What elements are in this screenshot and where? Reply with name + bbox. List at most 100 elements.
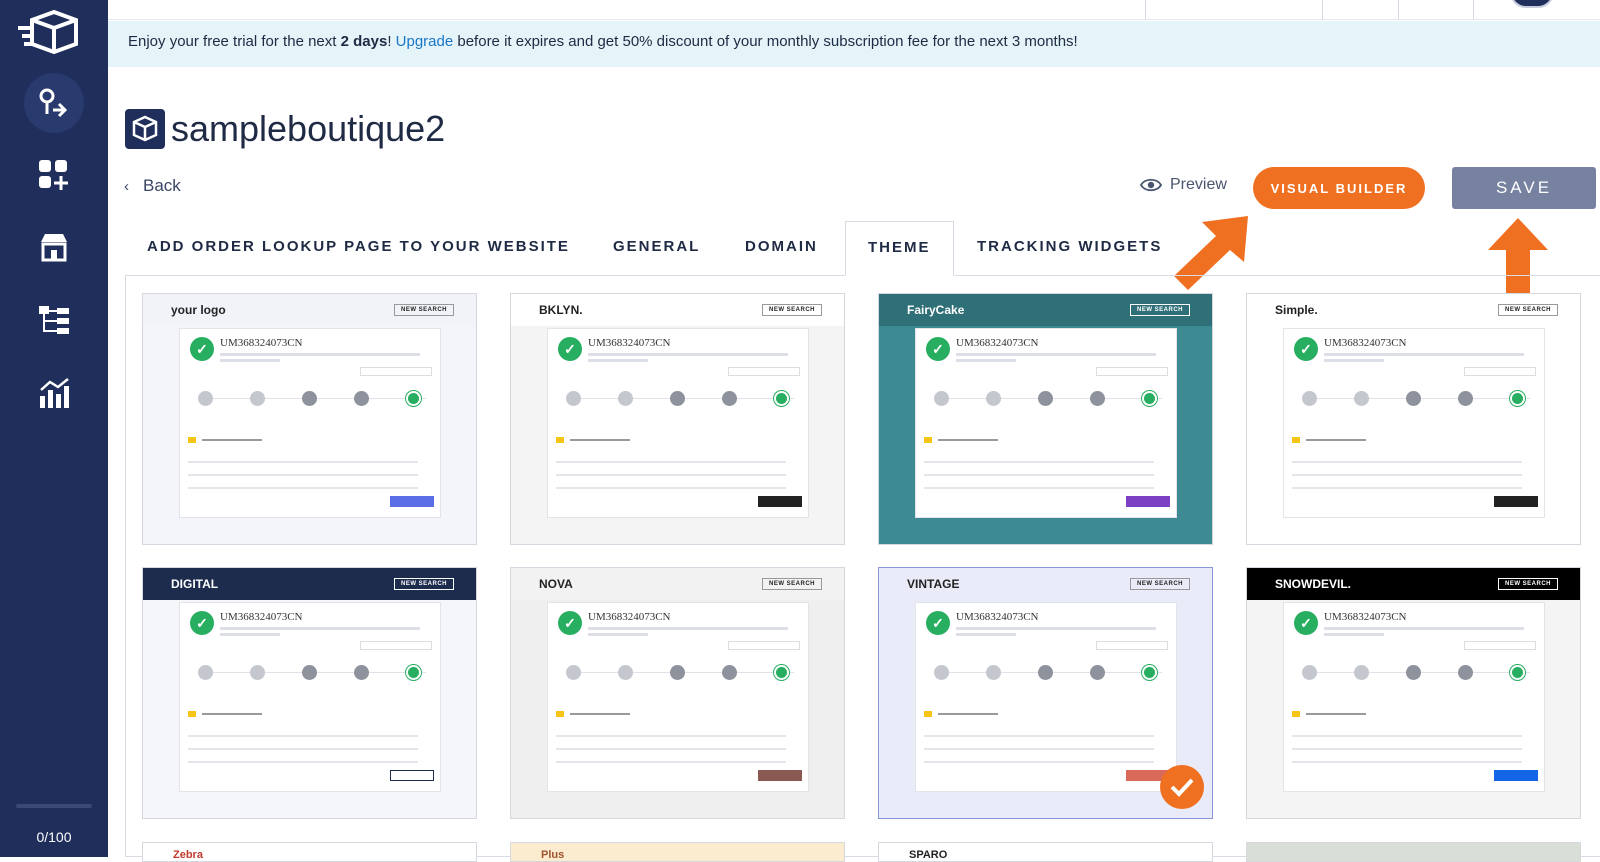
placeholder-line [220,633,280,636]
placeholder-line [924,474,1154,476]
placeholder-line [556,487,786,489]
theme-new-search-label: NEW SEARCH [1129,578,1190,590]
theme-name: DIGITAL [171,577,219,591]
placeholder-line [556,735,786,737]
theme-preview-body: ✓ UM368324073CN [915,328,1177,518]
back-link[interactable]: ‹ Back [124,176,181,196]
placeholder-line [220,627,420,630]
progress-steps [566,665,794,681]
top-bar [108,0,1600,20]
placeholder-line [556,761,786,763]
theme-new-search-label: NEW SEARCH [761,304,822,316]
tab-general[interactable]: GENERAL [613,221,700,276]
sidebar-item-routes[interactable] [24,73,84,133]
theme-card[interactable]: NOVA NEW SEARCH ✓ UM368324073CN [510,567,845,819]
sidebar-item-apps[interactable] [24,145,84,205]
apps-icon [39,160,68,190]
theme-header: NOVA NEW SEARCH [511,568,844,600]
hide-details-button [1126,496,1170,507]
placeholder-line [556,474,786,476]
tab-order-lookup[interactable]: ADD ORDER LOOKUP PAGE TO YOUR WEBSITE [147,221,570,276]
preview-link[interactable]: Preview [1140,176,1227,194]
theme-header: Simple. NEW SEARCH [1247,294,1580,326]
theme-name: BKLYN. [539,303,583,317]
placeholder-line [1292,474,1522,476]
theme-new-search-label: NEW SEARCH [1497,578,1558,590]
upgrade-link[interactable]: Upgrade [396,33,454,50]
theme-new-search-label: NEW SEARCH [1497,304,1558,316]
placeholder-line [556,748,786,750]
progress-steps [566,391,794,407]
top-bar-divider [1473,0,1474,20]
theme-card[interactable]: DIGITAL NEW SEARCH ✓ UM368324073CN [142,567,477,819]
tab-theme[interactable]: THEME [845,221,954,276]
theme-card[interactable]: Zebra [142,842,477,862]
theme-card[interactable] [1246,842,1581,862]
usage-progress-bar [16,804,92,808]
sidebar-item-workflow[interactable] [24,291,84,351]
page-title: sampleboutique2 [125,108,445,150]
top-bar-divider [1145,0,1146,20]
progress-steps [198,391,426,407]
theme-tracking-number: UM368324073CN [588,611,671,623]
theme-card[interactable]: BKLYN. NEW SEARCH ✓ UM368324073CN [510,293,845,545]
trial-banner: Enjoy your free trial for the next 2 day… [108,21,1600,67]
theme-name: SNOWDEVIL. [1275,577,1352,591]
store-name: sampleboutique2 [171,108,446,149]
check-icon: ✓ [190,337,214,361]
progress-steps [934,391,1162,407]
placeholder-line [188,748,418,750]
placeholder-line [1292,461,1522,463]
theme-name: Plus [541,849,565,861]
theme-header: BKLYN. NEW SEARCH [511,294,844,326]
placeholder-line [924,748,1154,750]
tab-tracking-widgets[interactable]: TRACKING WIDGETS [977,221,1162,276]
theme-preview-body: ✓ UM368324073CN [1283,328,1545,518]
save-button[interactable]: SAVE [1452,167,1596,209]
hide-details-button [758,770,802,781]
sidebar-item-store[interactable] [24,217,84,277]
theme-card[interactable]: your logo NEW SEARCH ✓ UM368324073CN [142,293,477,545]
placeholder-line [202,439,262,441]
placeholder-line [938,439,998,441]
theme-preview-body: ✓ UM368324073CN [179,602,441,792]
theme-tracking-number: UM368324073CN [588,337,671,349]
theme-footer [511,530,844,544]
theme-tracking-number: UM368324073CN [1324,337,1407,349]
theme-card[interactable]: SNOWDEVIL. NEW SEARCH ✓ UM368324073CN [1246,567,1581,819]
placeholder-line [1292,761,1522,763]
trial-days: 2 days [340,33,388,50]
sidebar-item-analytics[interactable] [24,363,84,423]
check-icon: ✓ [926,611,950,635]
hide-details-button [390,496,434,507]
trial-text-prefix: Enjoy your free trial for the next [128,33,341,50]
back-label: Back [143,176,181,195]
placeholder-line [570,439,630,441]
placeholder-line [188,761,418,763]
placeholder-line [588,353,788,356]
usage-counter: 0/100 [36,829,72,845]
theme-footer [1247,804,1580,818]
app-logo-icon[interactable] [18,6,90,58]
route-icon [39,88,68,118]
placeholder-line [956,633,1016,636]
progress-steps [1302,665,1530,681]
theme-card[interactable]: Plus [510,842,845,862]
theme-tracking-number: UM368324073CN [1324,611,1407,623]
tab-domain[interactable]: DOMAIN [745,221,818,276]
theme-name: SPARO [909,849,948,861]
avatar[interactable] [1510,0,1554,8]
visual-builder-button[interactable]: VISUAL BUILDER [1253,167,1425,209]
theme-card[interactable]: SPARO [878,842,1213,862]
placeholder-line [220,353,420,356]
theme-card[interactable]: Simple. NEW SEARCH ✓ UM368324073CN [1246,293,1581,545]
theme-tracking-number: UM368324073CN [956,337,1039,349]
theme-card[interactable]: FairyCake NEW SEARCH ✓ UM368324073CN [878,293,1213,545]
placeholder-line [556,461,786,463]
theme-name: Zebra [173,849,203,861]
rating-stars [728,641,800,650]
progress-steps [198,665,426,681]
rating-stars [1464,641,1536,650]
dhl-icon [556,437,564,443]
placeholder-line [1324,627,1524,630]
